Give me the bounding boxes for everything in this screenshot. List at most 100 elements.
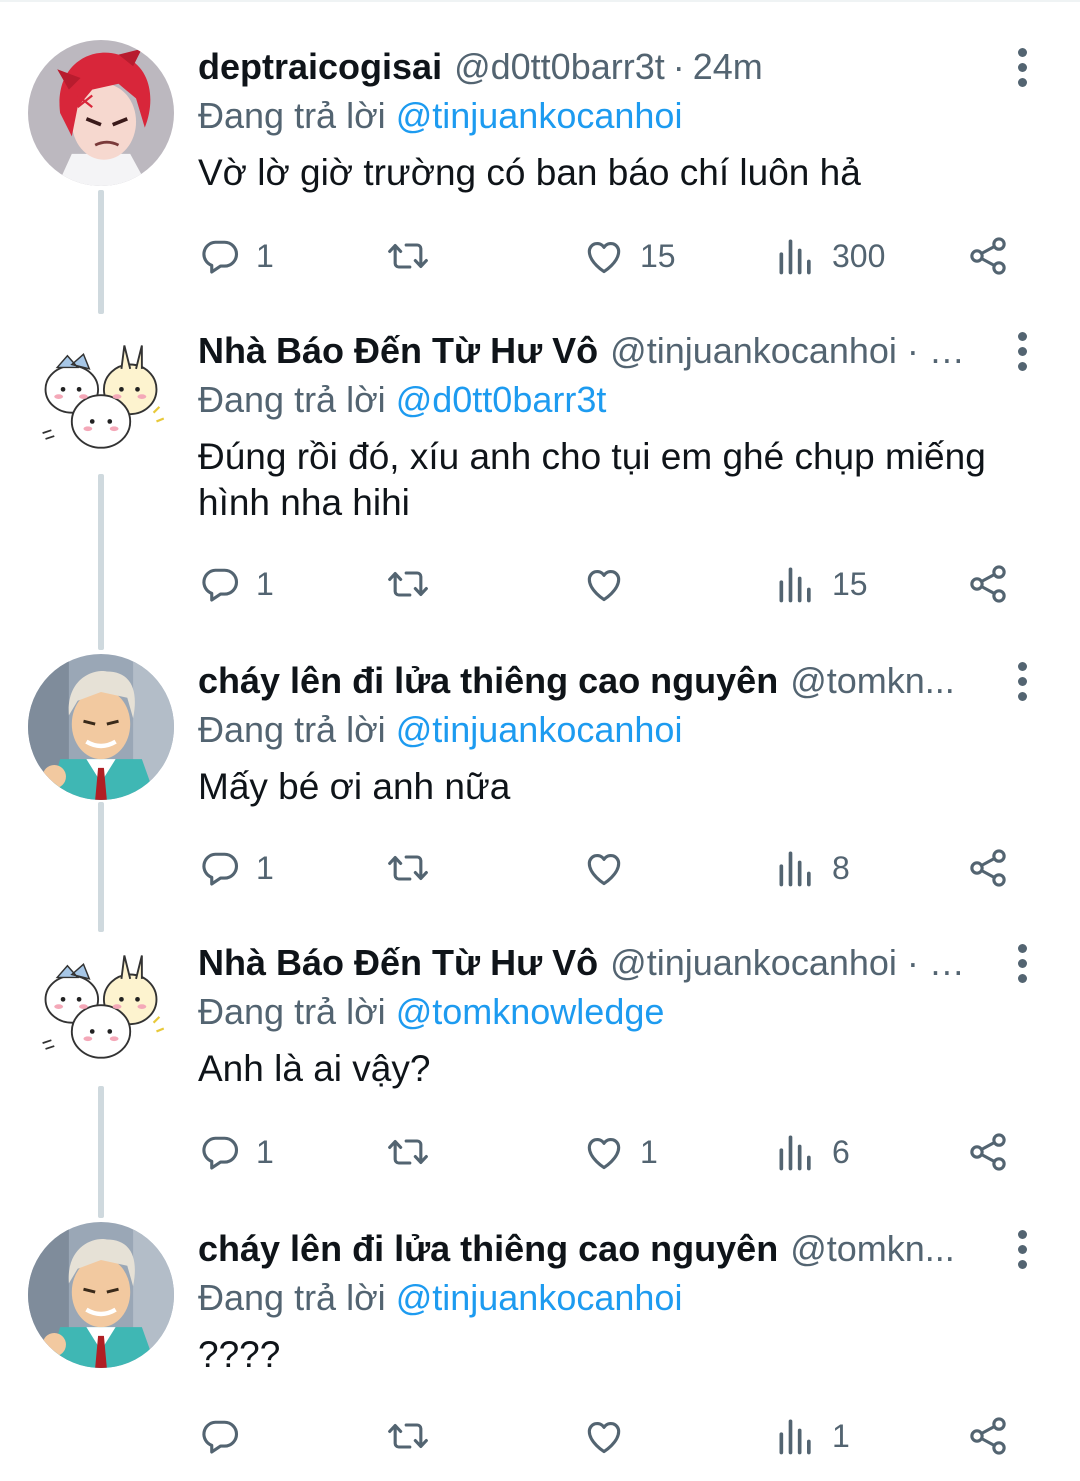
reply-count: 1 (256, 849, 274, 886)
reply-button[interactable]: 1 (198, 838, 274, 898)
retweet-button[interactable] (386, 838, 444, 898)
avatar[interactable] (28, 1222, 174, 1368)
like-button[interactable]: 15 (582, 226, 676, 286)
reply-button[interactable]: 1 (198, 1122, 274, 1182)
replying-label: Đang trả lời (198, 95, 386, 136)
avatar-image (28, 654, 174, 800)
tweet[interactable]: deptraicogisai @d0tt0barr3t · 24m Đang t… (0, 0, 1080, 320)
views-button[interactable]: 300 (774, 226, 885, 286)
reply-button[interactable] (198, 1406, 256, 1466)
mention-link[interactable]: @tinjuankocanhoi (396, 95, 683, 136)
mention-link[interactable]: @tinjuankocanhoi (396, 709, 683, 750)
like-count: 15 (640, 237, 676, 274)
user-handle[interactable]: @tinjuankocanhoi · … (610, 326, 965, 376)
share-button[interactable] (966, 554, 1010, 614)
reply-count: 1 (256, 565, 274, 602)
replying-label: Đang trả lời (198, 1277, 386, 1318)
views-icon (774, 1414, 818, 1458)
tweet-header: Nhà Báo Đến Từ Hư Vô @tinjuankocanhoi · … (198, 326, 978, 376)
action-bar: 1 15 (198, 554, 1038, 614)
tweet-header: cháy lên đi lửa thiêng cao nguyên @tomkn… (198, 656, 978, 706)
replying-to: Đang trả lời @tinjuankocanhoi (198, 706, 1040, 754)
avatar[interactable] (28, 328, 174, 474)
views-button[interactable]: 6 (774, 1122, 850, 1182)
views-count: 6 (832, 1133, 850, 1170)
views-icon (774, 1130, 818, 1174)
display-name[interactable]: cháy lên đi lửa thiêng cao nguyên (198, 656, 778, 706)
share-button[interactable] (966, 1122, 1010, 1182)
views-button[interactable]: 15 (774, 554, 868, 614)
thread-connector (98, 1086, 104, 1218)
tweet[interactable]: Nhà Báo Đến Từ Hư Vô @tinjuankocanhoi · … (0, 320, 1080, 650)
tweet-header: deptraicogisai @d0tt0barr3t · 24m (198, 42, 978, 92)
retweet-button[interactable] (386, 226, 444, 286)
mention-link[interactable]: @tomknowledge (396, 991, 665, 1032)
avatar[interactable] (28, 40, 174, 186)
thread-connector (98, 190, 104, 314)
retweet-icon (386, 1130, 430, 1174)
like-button[interactable] (582, 1406, 640, 1466)
reply-button[interactable]: 1 (198, 554, 274, 614)
action-bar: 1 1 6 (198, 1122, 1038, 1182)
replying-to: Đang trả lời @tinjuankocanhoi (198, 92, 1040, 140)
tweet[interactable]: cháy lên đi lửa thiêng cao nguyên @tomkn… (0, 1220, 1080, 1481)
action-bar: 1 (198, 1406, 1038, 1466)
views-icon (774, 234, 818, 278)
retweet-icon (386, 1414, 430, 1458)
more-icon[interactable] (1002, 326, 1042, 376)
more-icon[interactable] (1002, 656, 1042, 706)
display-name[interactable]: cháy lên đi lửa thiêng cao nguyên (198, 1224, 778, 1274)
views-button[interactable]: 8 (774, 838, 850, 898)
timestamp[interactable]: 24m (693, 42, 763, 92)
more-icon[interactable] (1002, 1224, 1042, 1274)
like-button[interactable]: 1 (582, 1122, 658, 1182)
retweet-button[interactable] (386, 1406, 444, 1466)
replying-to: Đang trả lời @d0tt0barr3t (198, 376, 1040, 424)
tweet[interactable]: Nhà Báo Đến Từ Hư Vô @tinjuankocanhoi · … (0, 930, 1080, 1220)
avatar[interactable] (28, 654, 174, 800)
display-name[interactable]: deptraicogisai (198, 42, 442, 92)
retweet-icon (386, 234, 430, 278)
retweet-button[interactable] (386, 1122, 444, 1182)
heart-icon (582, 562, 626, 606)
heart-icon (582, 846, 626, 890)
tweet-text: Anh là ai vậy? (198, 1048, 431, 1089)
reply-icon (198, 1130, 242, 1174)
reply-count: 1 (256, 237, 274, 274)
display-name[interactable]: Nhà Báo Đến Từ Hư Vô (198, 326, 598, 376)
separator: · (672, 46, 685, 87)
views-count: 1 (832, 1417, 850, 1454)
tweet-text: ???? (198, 1334, 281, 1375)
reply-icon (198, 846, 242, 890)
mention-link[interactable]: @d0tt0barr3t (396, 379, 607, 420)
reply-button[interactable]: 1 (198, 226, 274, 286)
more-icon[interactable] (1002, 938, 1042, 988)
reply-icon (198, 562, 242, 606)
share-button[interactable] (966, 1406, 1010, 1466)
avatar-image (28, 1222, 174, 1368)
tweet[interactable]: cháy lên đi lửa thiêng cao nguyên @tomkn… (0, 650, 1080, 932)
user-handle[interactable]: @tomkn... (790, 656, 955, 706)
share-button[interactable] (966, 838, 1010, 898)
avatar[interactable] (28, 938, 174, 1084)
share-icon (966, 1414, 1010, 1458)
share-icon (966, 234, 1010, 278)
tweet-header: cháy lên đi lửa thiêng cao nguyên @tomkn… (198, 1224, 978, 1274)
share-button[interactable] (966, 226, 1010, 286)
like-button[interactable] (582, 554, 640, 614)
mention-link[interactable]: @tinjuankocanhoi (396, 1277, 683, 1318)
user-handle[interactable]: @tomkn... (790, 1224, 955, 1274)
like-button[interactable] (582, 838, 640, 898)
user-handle[interactable]: @d0tt0barr3t (454, 42, 665, 92)
thread-connector (98, 474, 104, 650)
more-icon[interactable] (1002, 42, 1042, 92)
views-button[interactable]: 1 (774, 1406, 850, 1466)
display-name[interactable]: Nhà Báo Đến Từ Hư Vô (198, 938, 598, 988)
views-count: 15 (832, 565, 868, 602)
action-bar: 1 15 300 (198, 226, 1038, 286)
retweet-button[interactable] (386, 554, 444, 614)
replying-label: Đang trả lời (198, 709, 386, 750)
tweet-text: Mấy bé ơi anh nữa (198, 766, 511, 807)
retweet-icon (386, 562, 430, 606)
user-handle[interactable]: @tinjuankocanhoi · … (610, 938, 965, 988)
